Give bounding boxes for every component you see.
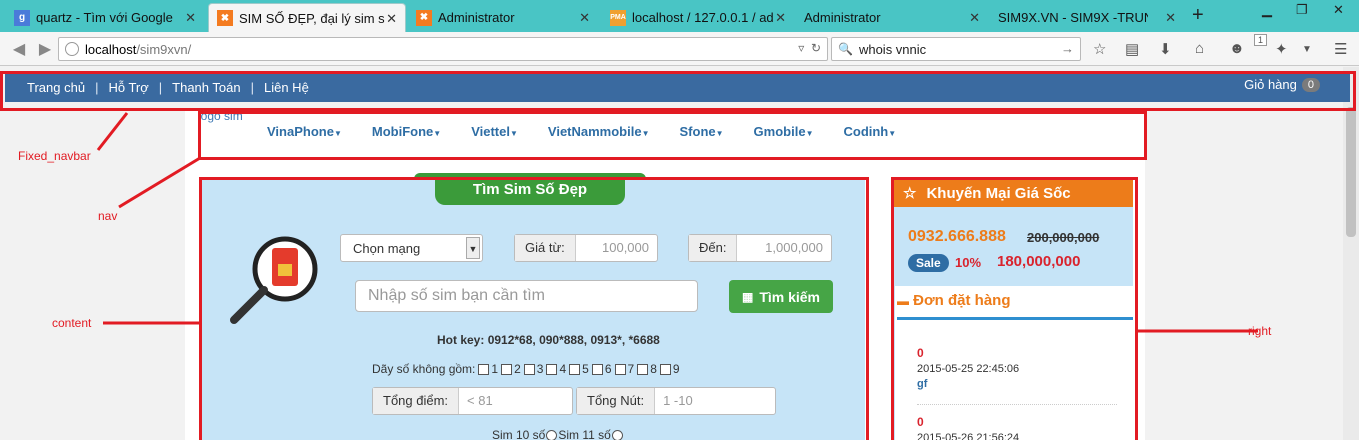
annotation-label-right: right: [1248, 324, 1272, 338]
annotation-label-content: content: [52, 316, 92, 330]
annotation-line-nav: [118, 156, 201, 209]
annotation-lines: [96, 112, 1258, 333]
annotation-label-fixed-navbar: Fixed_navbar: [18, 149, 91, 163]
annotation-line-navbar: [96, 112, 129, 151]
annotation-label-nav: nav: [98, 209, 118, 223]
